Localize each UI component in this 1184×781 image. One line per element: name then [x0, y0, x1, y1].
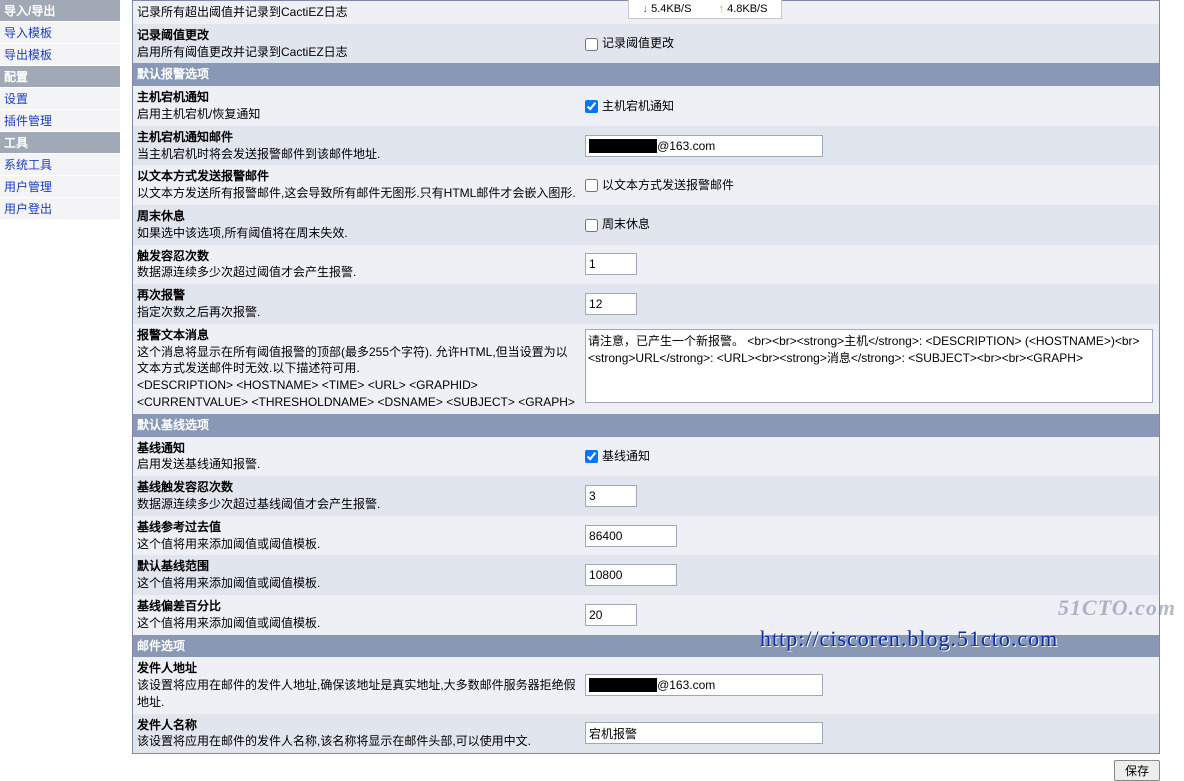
row2-check-wrap[interactable]: 主机宕机通知 — [585, 99, 674, 113]
row4-desc: 以文本方发送所有报警邮件,这会导致所有邮件无图形.只有HTML邮件才会嵌入图形. — [137, 185, 577, 202]
row14-title: 发件人地址 — [137, 660, 577, 677]
row5-desc: 如果选中该选项,所有阈值将在周末失效. — [137, 225, 577, 242]
row3-title: 主机宕机通知邮件 — [137, 129, 577, 146]
row0-desc: 记录所有超出阈值并记录到CactiEZ日志 — [137, 4, 577, 21]
sb-item-systools[interactable]: 系统工具 — [0, 154, 120, 176]
sb-header-io: 导入/导出 — [0, 0, 120, 22]
section-alert: 默认报警选项 — [133, 63, 1160, 86]
row5-title: 周末休息 — [137, 208, 577, 225]
main-content: ↓ 5.4KB/S ↑ 4.8KB/S 记录所有超出阈值并记录到CactiEZ日… — [120, 0, 1184, 781]
row10-input[interactable] — [585, 485, 637, 507]
row3-desc: 当主机宕机时将会发送报警邮件到该邮件地址. — [137, 146, 577, 163]
row15-input[interactable] — [585, 722, 823, 744]
row11-title: 基线参考过去值 — [137, 519, 577, 536]
row12-desc: 这个值将用来添加阈值或阈值模板. — [137, 575, 577, 592]
row1-checkbox[interactable] — [585, 38, 598, 51]
sidebar: 导入/导出 导入模板 导出模板 配置 设置 插件管理 工具 系统工具 用户管理 … — [0, 0, 120, 781]
row4-check-wrap[interactable]: 以文本方式发送报警邮件 — [585, 178, 734, 192]
sb-item-export[interactable]: 导出模板 — [0, 44, 120, 66]
net-up: 4.8KB/S — [727, 3, 767, 15]
sb-item-logout[interactable]: 用户登出 — [0, 198, 120, 220]
row8-textarea[interactable]: 请注意，已产生一个新报警。 <br><br><strong>主机</strong… — [585, 329, 1153, 403]
row2-title: 主机宕机通知 — [137, 89, 577, 106]
row15-title: 发件人名称 — [137, 717, 577, 734]
row12-title: 默认基线范围 — [137, 558, 577, 575]
row4-checkbox[interactable] — [585, 179, 598, 192]
row14-desc: 该设置将应用在邮件的发件人地址,确保该地址是真实地址,大多数邮件服务器拒绝假地址… — [137, 677, 577, 711]
net-down: 5.4KB/S — [651, 3, 691, 15]
row3-input[interactable] — [585, 135, 823, 157]
network-speed-box: ↓ 5.4KB/S ↑ 4.8KB/S — [628, 0, 782, 19]
sb-item-import[interactable]: 导入模板 — [0, 22, 120, 44]
row7-title: 再次报警 — [137, 287, 577, 304]
footer-url: http://ciscoren.blog.51cto.com — [760, 626, 1058, 652]
row6-desc: 数据源连续多少次超过阈值才会产生报警. — [137, 264, 577, 281]
row1-desc: 启用所有阈值更改并记录到CactiEZ日志 — [137, 44, 577, 61]
row1-check-wrap[interactable]: 记录阈值更改 — [585, 36, 674, 50]
row10-desc: 数据源连续多少次超过基线阈值才会产生报警. — [137, 496, 577, 513]
row14-input[interactable] — [585, 674, 823, 696]
row11-desc: 这个值将用来添加阈值或阈值模板. — [137, 536, 577, 553]
arrow-up-icon: ↑ — [719, 3, 725, 15]
row5-checkbox[interactable] — [585, 219, 598, 232]
row2-checkbox[interactable] — [585, 100, 598, 113]
row9-title: 基线通知 — [137, 440, 577, 457]
row7-input[interactable] — [585, 293, 637, 315]
row13-input[interactable] — [585, 604, 637, 626]
row11-input[interactable] — [585, 525, 677, 547]
row6-title: 触发容忍次数 — [137, 248, 577, 265]
sb-header-config: 配置 — [0, 66, 120, 88]
sb-item-settings[interactable]: 设置 — [0, 88, 120, 110]
row1-title: 记录阈值更改 — [137, 27, 577, 44]
row8-desc: 这个消息将显示在所有阈值报警的顶部(最多255个字符). 允许HTML,但当设置… — [137, 344, 577, 411]
row12-input[interactable] — [585, 564, 677, 586]
watermark-51cto: 51CTO.com — [1058, 595, 1176, 621]
arrow-down-icon: ↓ — [643, 3, 649, 15]
row9-checkbox[interactable] — [585, 450, 598, 463]
row9-check-wrap[interactable]: 基线通知 — [585, 449, 650, 463]
save-button[interactable]: 保存 — [1114, 760, 1160, 781]
row13-desc: 这个值将用来添加阈值或阈值模板. — [137, 615, 577, 632]
row15-desc: 该设置将应用在邮件的发件人名称,该名称将显示在邮件头部,可以使用中文. — [137, 733, 577, 750]
row13-title: 基线偏差百分比 — [137, 598, 577, 615]
row10-title: 基线触发容忍次数 — [137, 479, 577, 496]
sb-item-users[interactable]: 用户管理 — [0, 176, 120, 198]
row4-title: 以文本方式发送报警邮件 — [137, 168, 577, 185]
row8-title: 报警文本消息 — [137, 327, 577, 344]
row7-desc: 指定次数之后再次报警. — [137, 304, 577, 321]
row9-desc: 启用发送基线通知报警. — [137, 456, 577, 473]
save-row: 保存 — [132, 760, 1160, 781]
row6-input[interactable] — [585, 253, 637, 275]
section-baseline: 默认基线选项 — [133, 414, 1160, 437]
sb-item-plugins[interactable]: 插件管理 — [0, 110, 120, 132]
row2-desc: 启用主机宕机/恢复通知 — [137, 106, 577, 123]
row5-check-wrap[interactable]: 周末休息 — [585, 217, 650, 231]
sb-header-tools: 工具 — [0, 132, 120, 154]
